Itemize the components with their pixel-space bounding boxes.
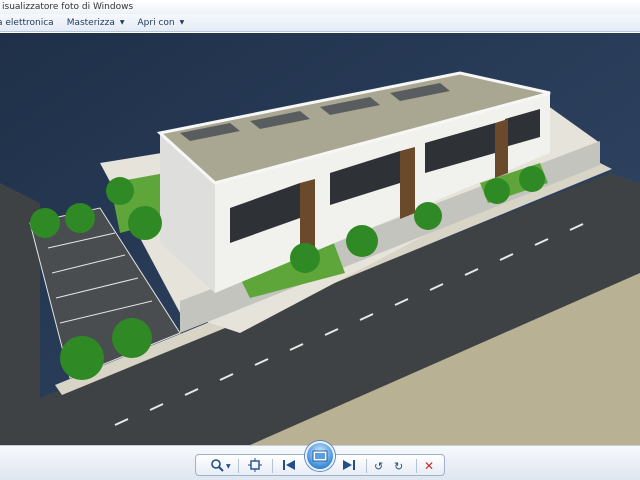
menu-bar: a elettronica Masterizza ▼ Apri con ▼ [0, 14, 640, 32]
rotate-counterclockwise-icon: ↺ [374, 459, 384, 473]
toolbar-separator [272, 459, 273, 473]
rotate-clockwise-icon: ↻ [394, 459, 404, 473]
menu-email-label: a elettronica [0, 17, 54, 28]
rotate-right-button[interactable]: ↻ [394, 458, 403, 474]
zoom-button[interactable]: ▼ [210, 458, 231, 474]
fit-icon [248, 457, 262, 475]
next-icon [342, 459, 356, 474]
previous-button[interactable] [282, 458, 296, 474]
menu-open-with[interactable]: Apri con ▼ [135, 14, 189, 32]
menu-burn-label: Masterizza [66, 17, 115, 28]
delete-x-icon: ✕ [424, 459, 435, 473]
window-title: isualizzatore foto di Windows [2, 2, 134, 12]
chevron-down-icon: ▼ [179, 19, 185, 26]
toolbar-separator [366, 459, 367, 473]
architectural-render-image [0, 33, 640, 445]
actual-size-button[interactable] [248, 457, 262, 475]
previous-icon [282, 459, 296, 474]
toolbar-separator [238, 459, 239, 473]
menu-email[interactable]: a elettronica [0, 14, 58, 32]
menu-open-with-label: Apri con [137, 17, 175, 28]
next-button[interactable] [342, 458, 356, 474]
toolbar-separator [416, 459, 417, 473]
photo-viewer-canvas [0, 33, 640, 445]
slideshow-icon [312, 447, 328, 466]
delete-button[interactable]: ✕ [424, 458, 434, 474]
rotate-left-button[interactable]: ↺ [374, 458, 383, 474]
magnifier-icon [210, 458, 224, 475]
chevron-down-icon: ▼ [119, 19, 125, 26]
menu-burn[interactable]: Masterizza ▼ [64, 14, 129, 32]
chevron-down-icon: ▼ [226, 462, 231, 470]
window-title-bar: isualizzatore foto di Windows [0, 0, 640, 14]
slideshow-button[interactable] [305, 441, 335, 471]
